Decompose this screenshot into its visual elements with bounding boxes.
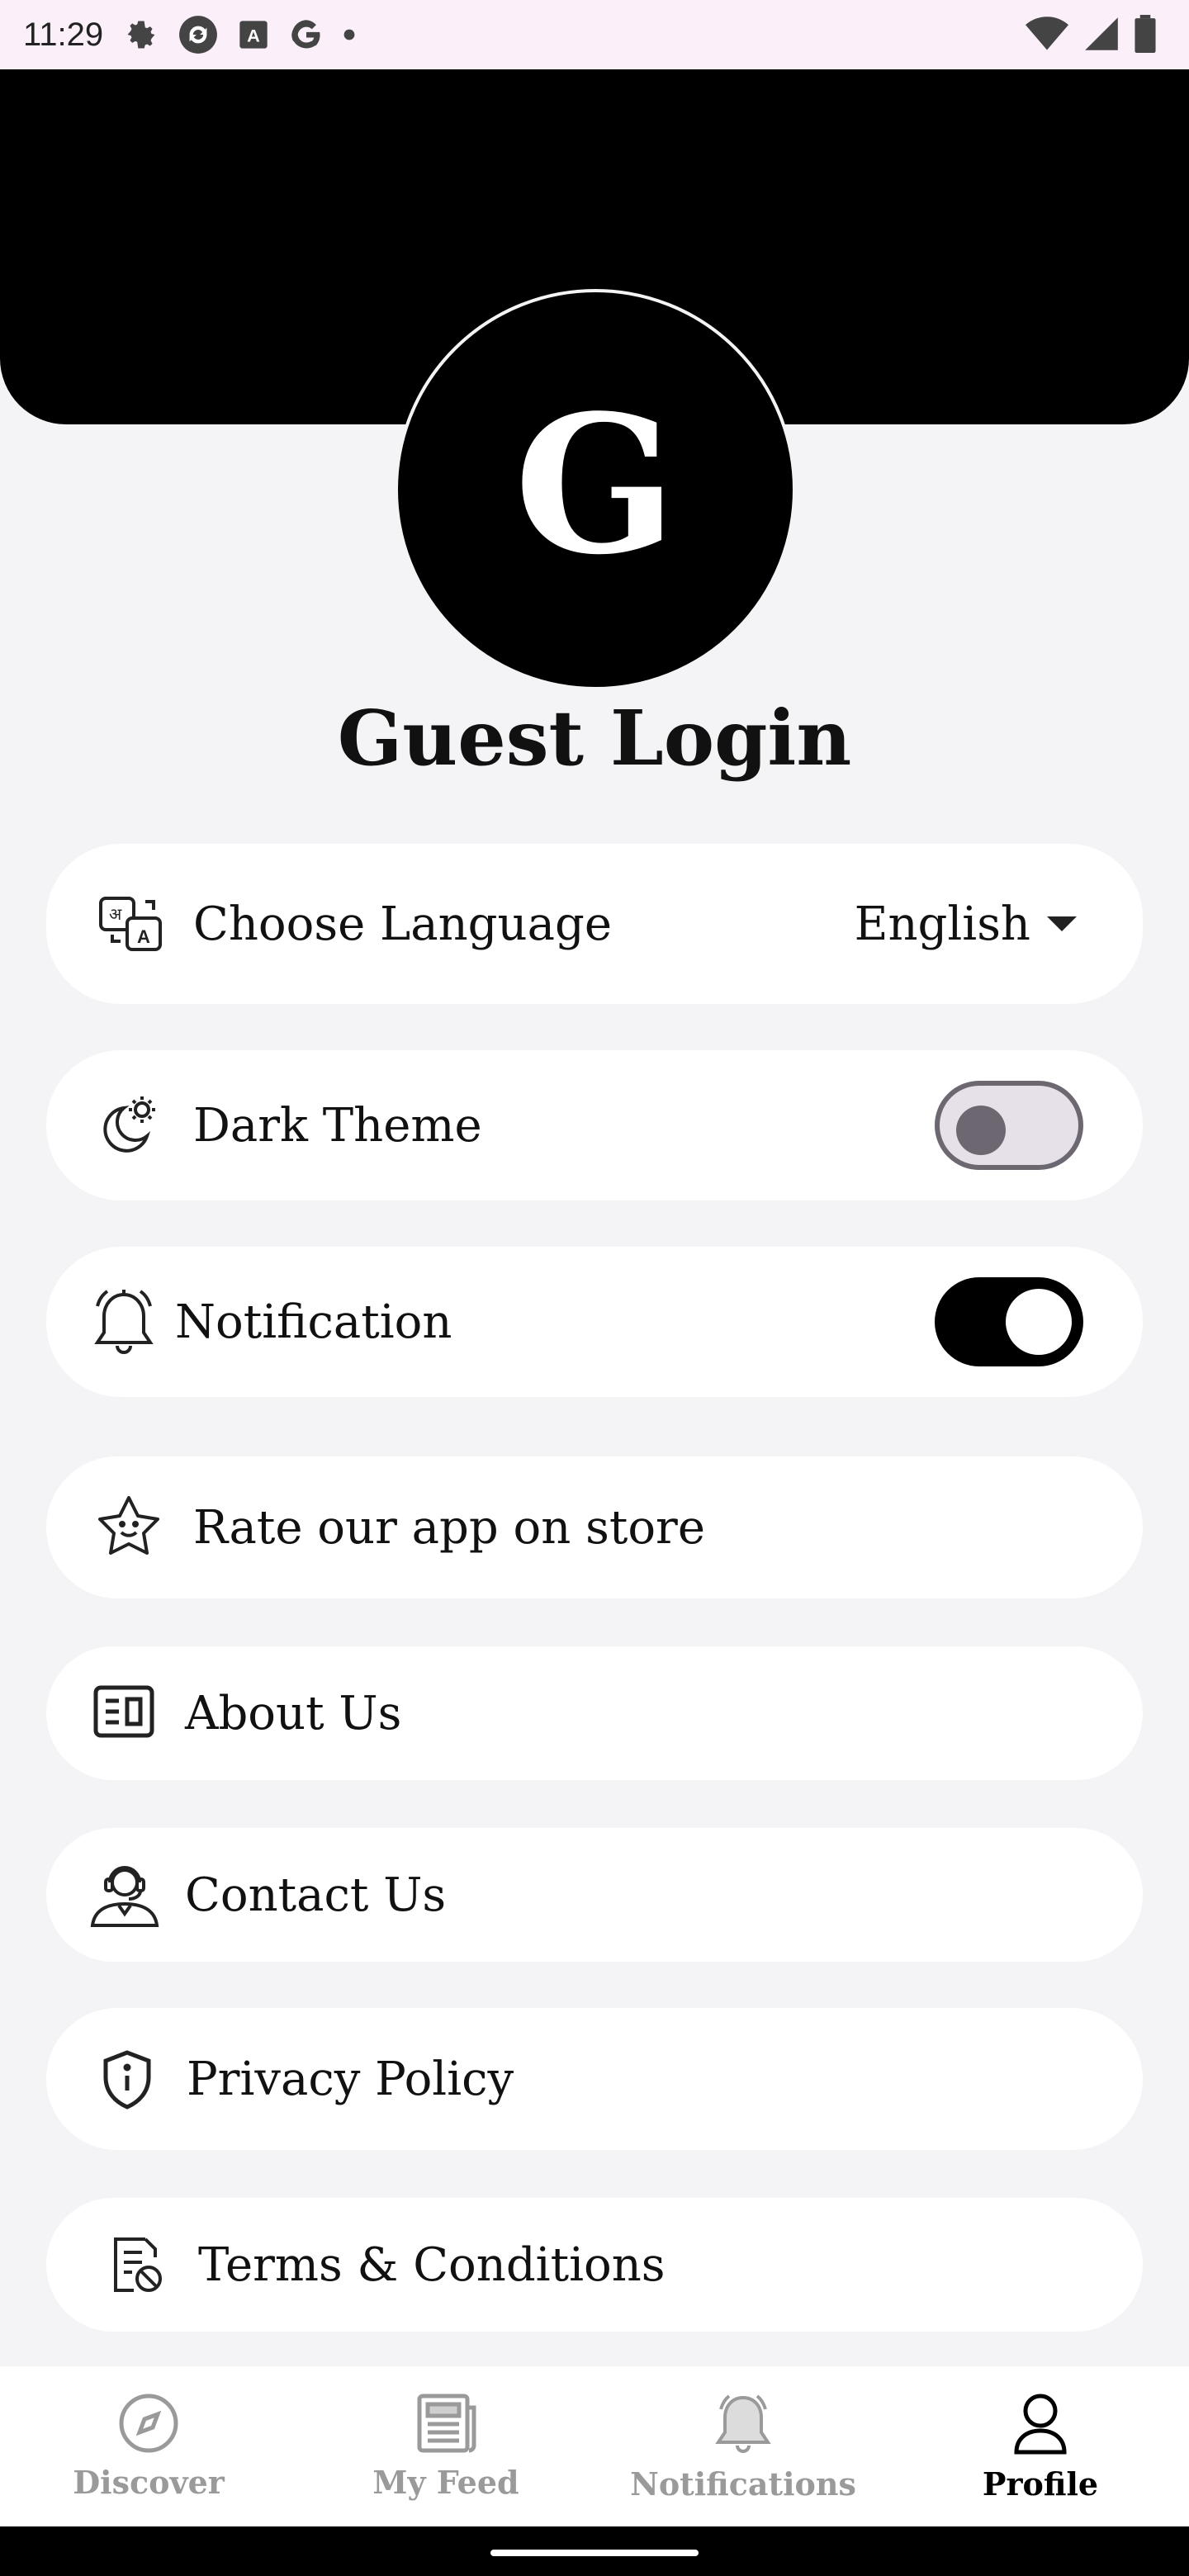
about-us-row[interactable]: About Us — [46, 1646, 1143, 1780]
system-status-icons — [1026, 15, 1156, 53]
google-icon — [291, 20, 320, 49]
privacy-policy-row[interactable]: Privacy Policy — [46, 2008, 1143, 2150]
document-blocked-icon — [109, 2234, 167, 2295]
page-title: Guest Login — [337, 694, 852, 783]
nav-item-my-feed[interactable]: My Feed — [297, 2366, 594, 2526]
terms-conditions-row[interactable]: Terms & Conditions — [46, 2198, 1143, 2332]
nav-item-discover[interactable]: Discover — [0, 2366, 297, 2526]
language-selected-value: English — [854, 897, 1030, 951]
svg-text:A: A — [137, 926, 150, 947]
bell-icon — [715, 2394, 771, 2453]
language-label: Choose Language — [193, 897, 612, 951]
nav-item-profile[interactable]: Profile — [892, 2366, 1189, 2526]
person-icon — [1014, 2394, 1067, 2455]
status-time: 11:29 — [23, 16, 104, 53]
notification-row: Notification — [46, 1247, 1143, 1397]
home-gesture-handle[interactable] — [490, 2550, 699, 2556]
bell-icon — [91, 1286, 157, 1359]
status-notification-icons: A — [123, 14, 356, 55]
avatar-letter: G — [514, 374, 677, 597]
status-bar: 11:29 A — [0, 0, 1189, 69]
rate-app-row[interactable]: Rate our app on store — [46, 1456, 1143, 1598]
nav-label-discover: Discover — [73, 2464, 225, 2501]
nav-item-notifications[interactable]: Notifications — [594, 2366, 892, 2526]
sync-app-icon — [179, 16, 218, 54]
settings-gear-icon — [127, 21, 155, 49]
privacy-policy-label: Privacy Policy — [187, 2052, 514, 2106]
avatar: G — [395, 289, 796, 690]
toggle-knob — [956, 1106, 1006, 1155]
rate-app-label: Rate our app on store — [193, 1500, 705, 1555]
notification-toggle[interactable] — [935, 1277, 1083, 1366]
moon-sun-icon — [91, 1093, 165, 1159]
dark-theme-label: Dark Theme — [193, 1098, 482, 1153]
bottom-navigation: Discover My Feed Notifications Profile — [0, 2366, 1189, 2526]
shield-info-icon — [101, 2049, 154, 2110]
nav-label-notifications: Notifications — [630, 2465, 856, 2503]
contact-us-label: Contact Us — [185, 1868, 447, 1922]
newspaper-icon — [417, 2394, 476, 2453]
document-info-icon — [92, 1684, 155, 1739]
translate-app-icon: A — [239, 21, 268, 49]
wifi-icon — [1026, 17, 1068, 50]
dark-theme-toggle[interactable] — [935, 1081, 1083, 1170]
battery-icon — [1135, 15, 1156, 53]
contact-us-row[interactable]: Contact Us — [46, 1828, 1143, 1962]
dark-theme-row: Dark Theme — [46, 1050, 1143, 1200]
svg-text:अ: अ — [109, 904, 122, 924]
star-smile-icon — [96, 1494, 162, 1559]
toggle-knob — [1006, 1289, 1072, 1355]
dot-indicator-icon — [343, 29, 355, 40]
chevron-down-icon — [1047, 916, 1077, 931]
compass-icon — [119, 2394, 178, 2453]
terms-conditions-label: Terms & Conditions — [198, 2237, 666, 2292]
language-selector-row[interactable]: अ A Choose Language English — [46, 844, 1143, 1004]
support-agent-icon — [88, 1859, 162, 1929]
language-translate-icon: अ A — [96, 895, 167, 954]
notification-label: Notification — [175, 1295, 452, 1349]
cellular-signal-icon — [1085, 17, 1118, 50]
about-us-label: About Us — [185, 1686, 402, 1740]
nav-label-profile: Profile — [982, 2465, 1099, 2503]
system-gesture-bar — [0, 2526, 1189, 2576]
language-dropdown[interactable]: English — [855, 897, 1077, 951]
svg-text:A: A — [247, 25, 260, 45]
nav-label-my-feed: My Feed — [372, 2464, 519, 2501]
